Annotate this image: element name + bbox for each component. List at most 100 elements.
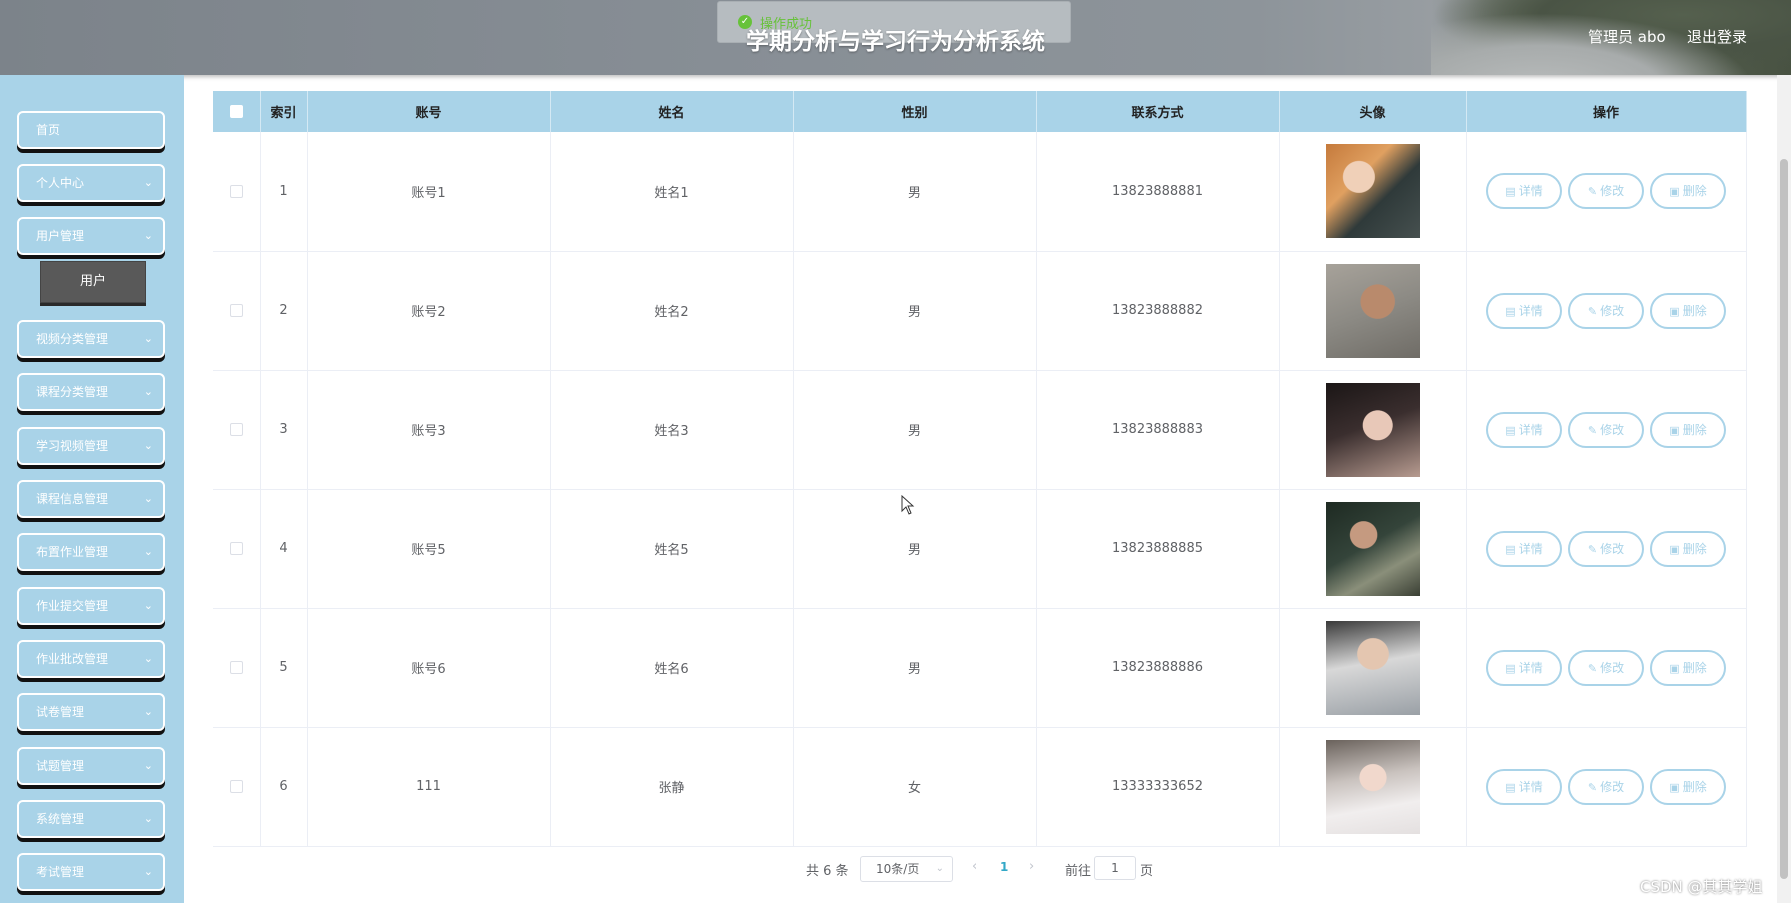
cell-index: 2 [260,251,308,371]
delete-button[interactable]: ▣ 删除 [1650,411,1726,448]
sidebar-item-course-category[interactable]: 课程分类管理 ⌄ [17,373,165,411]
row-checkbox[interactable] [229,304,243,317]
chevron-down-icon: ⌄ [143,229,153,242]
cell-actions: ▤ 详情 ✎ 修改 ▣ 删除 [1466,370,1747,490]
chevron-down-icon: ⌄ [143,332,153,345]
cell-phone: 13823888886 [1036,608,1280,728]
delete-button[interactable]: ▣ 删除 [1650,173,1726,210]
row-checkbox[interactable] [229,184,243,198]
cell-phone: 13823888881 [1036,132,1280,252]
row-select-cell[interactable] [213,132,261,252]
cell-phone: 13823888883 [1036,370,1280,490]
detail-button[interactable]: ▤ 详情 [1486,411,1562,448]
watermark: CSDN @其其学姐 [1640,878,1763,896]
page-scrollbar[interactable] [1777,75,1791,903]
edit-label: 修改 [1600,541,1625,556]
sidebar-subitem-user[interactable]: 用户 [40,261,146,303]
next-page-icon[interactable]: › [1029,859,1034,874]
trash-icon: ▣ [1669,661,1680,675]
cell-avatar [1279,251,1467,371]
page-number-current[interactable]: 1 [1000,860,1008,874]
page-size-value: 10条/页 [876,862,920,876]
sidebar-item-homework-submit[interactable]: 作业提交管理 ⌄ [17,587,165,625]
delete-button[interactable]: ▣ 删除 [1650,530,1726,567]
table-row: 3 账号3 姓名3 男 13823888883 ▤ 详情 ✎ 修改 ▣ 删除 [213,370,1747,490]
avatar[interactable] [1325,144,1420,239]
current-user-label: 管理员 abo [1588,28,1666,46]
row-checkbox[interactable] [229,780,243,793]
goto-page-input[interactable] [1094,856,1136,880]
sidebar-item-label: 试卷管理 [36,705,85,719]
cell-account: 账号5 [307,489,551,609]
detail-label: 详情 [1518,541,1543,556]
detail-button[interactable]: ▤ 详情 [1486,649,1562,686]
sidebar-item-label: 首页 [36,123,61,137]
edit-button[interactable]: ✎ 修改 [1568,411,1644,448]
sidebar-item-questions[interactable]: 试题管理 ⌄ [17,747,165,785]
row-select-cell[interactable] [213,370,261,490]
detail-button[interactable]: ▤ 详情 [1486,768,1562,805]
edit-button[interactable]: ✎ 修改 [1568,530,1644,567]
delete-label: 删除 [1682,184,1707,199]
cell-account: 账号2 [307,251,551,371]
page-size-select[interactable]: 10条/页 ⌄ [860,856,953,882]
sidebar-item-video-category[interactable]: 视频分类管理 ⌄ [17,320,165,358]
edit-label: 修改 [1600,660,1625,675]
cell-actions: ▤ 详情 ✎ 修改 ▣ 删除 [1466,727,1747,847]
sidebar-item-study-video[interactable]: 学习视频管理 ⌄ [17,427,165,465]
row-select-cell[interactable] [213,727,261,847]
delete-button[interactable]: ▣ 删除 [1650,292,1726,329]
trash-icon: ▣ [1669,423,1680,437]
sidebar-item-exam-paper[interactable]: 试卷管理 ⌄ [17,693,165,731]
row-select-cell[interactable] [213,251,261,371]
detail-button[interactable]: ▤ 详情 [1486,173,1562,210]
cell-gender: 男 [793,370,1037,490]
prev-page-icon[interactable]: ‹ [972,859,977,874]
sidebar-item-system[interactable]: 系统管理 ⌄ [17,800,165,838]
avatar[interactable] [1325,620,1420,715]
edit-button[interactable]: ✎ 修改 [1568,173,1644,210]
column-header-phone: 联系方式 [1036,91,1280,132]
delete-label: 删除 [1682,541,1707,556]
row-select-cell[interactable] [213,489,261,609]
sidebar-item-home[interactable]: 首页 [17,111,165,149]
sidebar-item-assign-homework[interactable]: 布置作业管理 ⌄ [17,533,165,571]
scrollbar-thumb[interactable] [1780,159,1788,879]
cell-name: 姓名6 [550,608,794,728]
edit-button[interactable]: ✎ 修改 [1568,292,1644,329]
sidebar-item-homework-grading[interactable]: 作业批改管理 ⌄ [17,640,165,678]
chevron-down-icon: ⌄ [143,176,153,189]
delete-button[interactable]: ▣ 删除 [1650,768,1726,805]
avatar[interactable] [1325,263,1420,358]
logout-button[interactable]: 退出登录 [1687,26,1747,47]
row-checkbox[interactable] [229,423,243,436]
cell-gender: 男 [793,251,1037,371]
row-select-cell[interactable] [213,608,261,728]
column-header-actions: 操作 [1466,91,1747,132]
delete-label: 删除 [1682,660,1707,675]
sidebar-item-course-info[interactable]: 课程信息管理 ⌄ [17,480,165,518]
delete-button[interactable]: ▣ 删除 [1650,649,1726,686]
detail-button[interactable]: ▤ 详情 [1486,292,1562,329]
cell-account: 111 [307,727,551,847]
avatar[interactable] [1325,501,1420,596]
pagination-total: 共 6 条 [806,864,849,879]
row-checkbox[interactable] [229,661,243,674]
edit-button[interactable]: ✎ 修改 [1568,768,1644,805]
cell-index: 4 [260,489,308,609]
sidebar-item-personal-center[interactable]: 个人中心 ⌄ [17,164,165,202]
select-all-cell[interactable] [213,91,261,132]
detail-button[interactable]: ▤ 详情 [1486,530,1562,567]
detail-label: 详情 [1518,660,1543,675]
row-checkbox[interactable] [229,542,243,555]
column-header-name: 姓名 [550,91,794,132]
avatar[interactable] [1325,739,1420,834]
select-all-checkbox[interactable] [229,105,243,118]
sidebar-item-label: 课程分类管理 [36,385,109,399]
sidebar-item-user-management[interactable]: 用户管理 ⌄ [17,217,165,255]
cell-index: 6 [260,727,308,847]
cell-avatar [1279,370,1467,490]
avatar[interactable] [1325,382,1420,477]
cell-gender: 男 [793,608,1037,728]
edit-button[interactable]: ✎ 修改 [1568,649,1644,686]
